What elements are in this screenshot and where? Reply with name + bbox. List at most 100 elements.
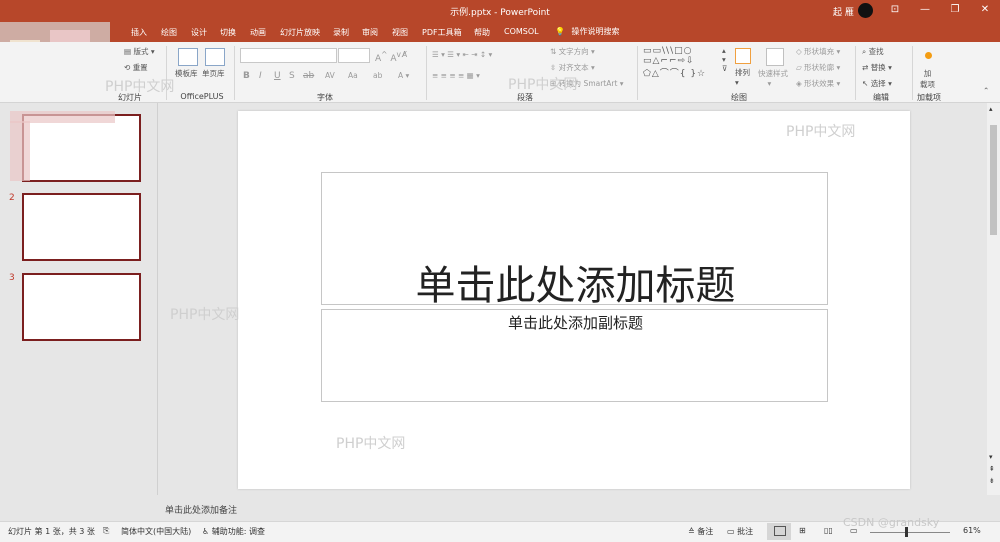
addins-icon[interactable] <box>925 52 932 59</box>
quick-styles-icon[interactable] <box>766 48 784 66</box>
lightbulb-icon: 💡 <box>555 27 565 36</box>
divider <box>855 46 856 100</box>
divider <box>234 46 235 100</box>
addins-button[interactable]: 加载项 <box>920 68 935 90</box>
quick-styles-button[interactable]: 快速样式 ▾ <box>758 68 788 88</box>
underline-button[interactable]: U <box>274 71 281 81</box>
spelling-icon[interactable]: ⎘ <box>103 526 109 536</box>
find-button[interactable]: ⌕ 查找 <box>862 46 884 57</box>
bullets-icon[interactable]: ☰ ▾ ☰ ▾ ⇤ ⇥ ↕ ▾ <box>432 50 492 59</box>
csdn-watermark: CSDN @grandsky <box>843 516 940 529</box>
user-name[interactable]: 起 雁 <box>833 5 854 18</box>
slide-thumbnail[interactable] <box>22 193 141 261</box>
align-icons[interactable]: ≡ ≡ ≡ ≡ ▦ ▾ <box>432 71 480 80</box>
reset-button[interactable]: ⟲ 重置 <box>124 62 148 73</box>
tab-slideshow[interactable]: 幻灯片放映 <box>280 27 320 38</box>
accessibility-status[interactable]: ♿ 辅助功能: 调查 <box>202 526 265 537</box>
template-library-icon[interactable] <box>178 48 198 66</box>
next-slide-icon[interactable]: ⇟ <box>989 477 995 485</box>
select-button[interactable]: ↖ 选择 ▾ <box>862 78 892 89</box>
vertical-scrollbar[interactable]: ▴ ▾ ⇞ ⇟ <box>987 103 1000 495</box>
watermark: PHP中文网 <box>508 77 578 93</box>
group-label-editing: 编辑 <box>873 93 889 102</box>
reading-view-icon[interactable]: ▯▯ <box>824 526 833 535</box>
slide-thumbnail[interactable] <box>22 273 141 341</box>
divider <box>912 46 913 100</box>
slide-counter: 幻灯片 第 1 张，共 3 张 <box>8 527 95 536</box>
tab-record[interactable]: 录制 <box>333 27 349 38</box>
char-spacing-icon[interactable]: AV <box>325 71 335 80</box>
single-page-library-icon[interactable] <box>205 48 225 66</box>
title-placeholder[interactable]: 单击此处添加标题 <box>321 172 828 309</box>
group-label-drawing: 绘图 <box>731 93 747 102</box>
normal-view-icon <box>774 526 786 536</box>
font-grow-shrink[interactable]: A^ Av <box>375 50 401 64</box>
italic-button[interactable]: I <box>259 71 262 81</box>
shape-fill-button[interactable]: ◇ 形状填充 ▾ <box>796 46 840 57</box>
shape-outline-button[interactable]: ▱ 形状轮廓 ▾ <box>796 62 840 73</box>
arrange-icon[interactable] <box>735 48 751 64</box>
scrollbar-thumb[interactable] <box>990 125 997 235</box>
tab-animations[interactable]: 动画 <box>250 27 266 38</box>
normal-view-button[interactable] <box>767 523 791 540</box>
notes-placeholder: 单击此处添加备注 <box>165 506 238 516</box>
maximize-button[interactable]: ❐ <box>940 0 970 22</box>
blurred-region <box>10 121 30 181</box>
shadow-button[interactable]: S <box>289 71 295 81</box>
ribbon-tabs: 插入 绘图 设计 切换 动画 幻灯片放映 录制 审阅 视图 PDF工具箱 帮助 … <box>0 22 1000 42</box>
close-button[interactable]: ✕ <box>970 0 1000 22</box>
slide-number: 2 <box>9 193 15 203</box>
slide-number: 3 <box>9 273 15 283</box>
gallery-scroll-icon[interactable]: ▴ ▾ ⊽ <box>722 46 728 73</box>
notes-button[interactable]: ≙ 备注 <box>688 526 713 537</box>
scroll-up-icon[interactable]: ▴ <box>989 105 993 113</box>
title-placeholder-text: 单击此处添加标题 <box>415 263 736 309</box>
divider <box>426 46 427 100</box>
group-label-officeplus: OfficePLUS <box>180 92 224 101</box>
font-color-icon[interactable]: A ▾ <box>398 71 409 80</box>
reset-icon: ⟲ <box>124 63 131 72</box>
watermark: PHP中文网 <box>336 436 406 452</box>
tab-draw[interactable]: 绘图 <box>161 27 177 38</box>
align-text-button[interactable]: ⇳ 对齐文本 ▾ <box>550 62 595 73</box>
scroll-down-icon[interactable]: ▾ <box>989 453 993 461</box>
avatar[interactable] <box>858 3 873 18</box>
shapes-gallery[interactable]: ▭▭\\\□○ ▭△⌐⌐⇨⇩ ⬠△⌒⌒{ }☆ <box>643 46 706 79</box>
tab-insert[interactable]: 插入 <box>131 27 147 38</box>
tab-transitions[interactable]: 切换 <box>220 27 236 38</box>
clear-format-icon[interactable]: A̸ <box>402 50 407 59</box>
tell-me-box[interactable]: 💡 操作说明搜索 <box>555 26 620 37</box>
previous-slide-icon[interactable]: ⇞ <box>989 465 995 473</box>
tab-pdf-toolbox[interactable]: PDF工具箱 <box>422 27 462 38</box>
font-name-input[interactable] <box>240 48 337 63</box>
tab-view[interactable]: 视图 <box>392 27 408 38</box>
subtitle-placeholder[interactable]: 单击此处添加副标题 <box>321 309 828 402</box>
text-direction-button[interactable]: ⇅ 文字方向 ▾ <box>550 46 595 57</box>
shape-effects-button[interactable]: ◈ 形状效果 ▾ <box>796 78 840 89</box>
collapse-ribbon-icon[interactable]: ⌃ <box>983 86 989 95</box>
bold-button[interactable]: B <box>243 71 250 81</box>
cursor-icon: ↖ <box>862 79 869 88</box>
tab-design[interactable]: 设计 <box>191 27 207 38</box>
highlight-icon[interactable]: ab <box>373 71 382 80</box>
single-page-library-button[interactable]: 单页库 <box>202 68 225 79</box>
arrange-button[interactable]: 排列 ▾ <box>735 67 750 87</box>
zoom-slider-track[interactable] <box>870 532 950 533</box>
layout-button[interactable]: ▤ 版式 ▾ <box>124 46 155 57</box>
tab-review[interactable]: 审阅 <box>362 27 378 38</box>
template-library-button[interactable]: 模板库 <box>175 68 198 79</box>
title-bar: 示例.pptx - PowerPoint 起 雁 ⊡ — ❐ ✕ <box>0 0 1000 22</box>
tab-comsol[interactable]: COMSOL <box>504 27 539 36</box>
tab-help[interactable]: 帮助 <box>474 27 490 38</box>
language-indicator[interactable]: 简体中文(中国大陆) <box>121 526 191 537</box>
slide-thumbnail[interactable] <box>22 114 141 182</box>
replace-button[interactable]: ⇄ 替换 ▾ <box>862 62 892 73</box>
comments-button[interactable]: ▭ 批注 <box>727 526 753 537</box>
slide-sorter-icon[interactable]: ⊞ <box>799 526 806 535</box>
ribbon-display-button[interactable]: ⊡ <box>880 0 910 22</box>
strikethrough-button[interactable]: ab <box>303 71 314 81</box>
font-size-input[interactable] <box>338 48 370 63</box>
minimize-button[interactable]: — <box>910 0 940 22</box>
change-case-icon[interactable]: Aa <box>348 71 358 80</box>
zoom-level[interactable]: 61% <box>963 526 981 535</box>
